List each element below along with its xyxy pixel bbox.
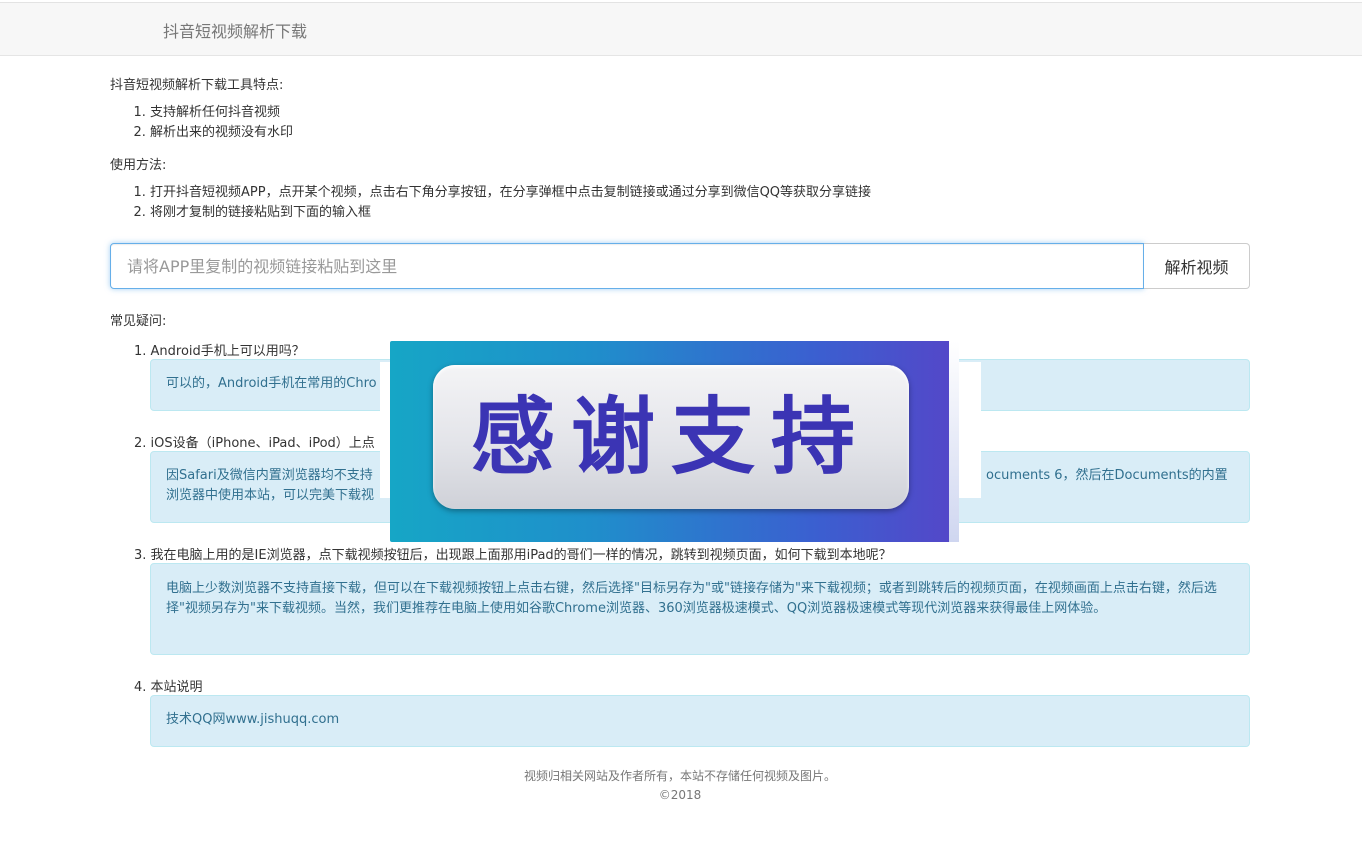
video-link-input[interactable]: [110, 243, 1144, 289]
faq-answer-text: 可以的，Android手机在常用的Chro: [166, 376, 377, 391]
site-info-link[interactable]: 技术QQ网www.jishuqq.com: [166, 712, 339, 727]
list-item: 打开抖音短视频APP，点开某个视频，点击右下角分享按钮，在分享弹框中点击复制链接…: [150, 183, 871, 203]
faq-answer: 电脑上少数浏览器不支持直接下载，但可以在下载视频按钮上点击右键，然后选择"目标另…: [150, 563, 1250, 655]
overlay-edge: [949, 341, 959, 542]
list-item: 支持解析任何抖音视频: [150, 103, 293, 123]
thanks-plate: 感谢支持: [433, 365, 909, 509]
thanks-overlay-image: 感谢支持: [390, 341, 959, 542]
faq-question: 4. 本站说明: [134, 680, 203, 695]
faq-answer-text: 因Safari及微信内置浏览器均不支持: [166, 468, 373, 483]
faq-answer-text: 电脑上少数浏览器不支持直接下载，但可以在下载视频按钮上点击右键，然后选择"目标另…: [166, 581, 1217, 616]
features-heading: 抖音短视频解析下载工具特点:: [110, 78, 284, 93]
parse-video-button[interactable]: 解析视频: [1144, 243, 1250, 289]
usage-heading: 使用方法:: [110, 158, 167, 173]
navbar: 抖音短视频解析下载: [0, 2, 1362, 56]
footer-disclaimer: 视频归相关网站及作者所有，本站不存储任何视频及图片。: [523, 769, 836, 783]
link-input-group: 解析视频: [110, 243, 1250, 289]
list-item: 解析出来的视频没有水印: [150, 123, 293, 143]
footer-copyright: ©2018: [658, 788, 702, 802]
thanks-text: 感谢支持: [470, 388, 871, 486]
usage-list: 打开抖音短视频APP，点开某个视频，点击右下角分享按钮，在分享弹框中点击复制链接…: [110, 183, 871, 223]
footer: 视频归相关网站及作者所有，本站不存储任何视频及图片。 ©2018: [0, 767, 1360, 805]
brand-title[interactable]: 抖音短视频解析下载: [163, 18, 307, 42]
features-list: 支持解析任何抖音视频 解析出来的视频没有水印: [110, 103, 293, 143]
faq-answer-text: ocuments 6，然后在Documents的内置: [986, 468, 1228, 483]
faq-question: 2. iOS设备（iPhone、iPad、iPod）上点: [134, 436, 375, 451]
list-item: 将刚才复制的链接粘贴到下面的输入框: [150, 203, 871, 223]
faq-heading: 常见疑问:: [110, 314, 167, 329]
faq-question: 1. Android手机上可以用吗？: [134, 344, 305, 359]
faq-answer: 技术QQ网www.jishuqq.com: [150, 695, 1250, 747]
faq-question: 3. 我在电脑上用的是IE浏览器，点下载视频按钮后，出现跟上面那用iPad的哥们…: [134, 548, 892, 563]
